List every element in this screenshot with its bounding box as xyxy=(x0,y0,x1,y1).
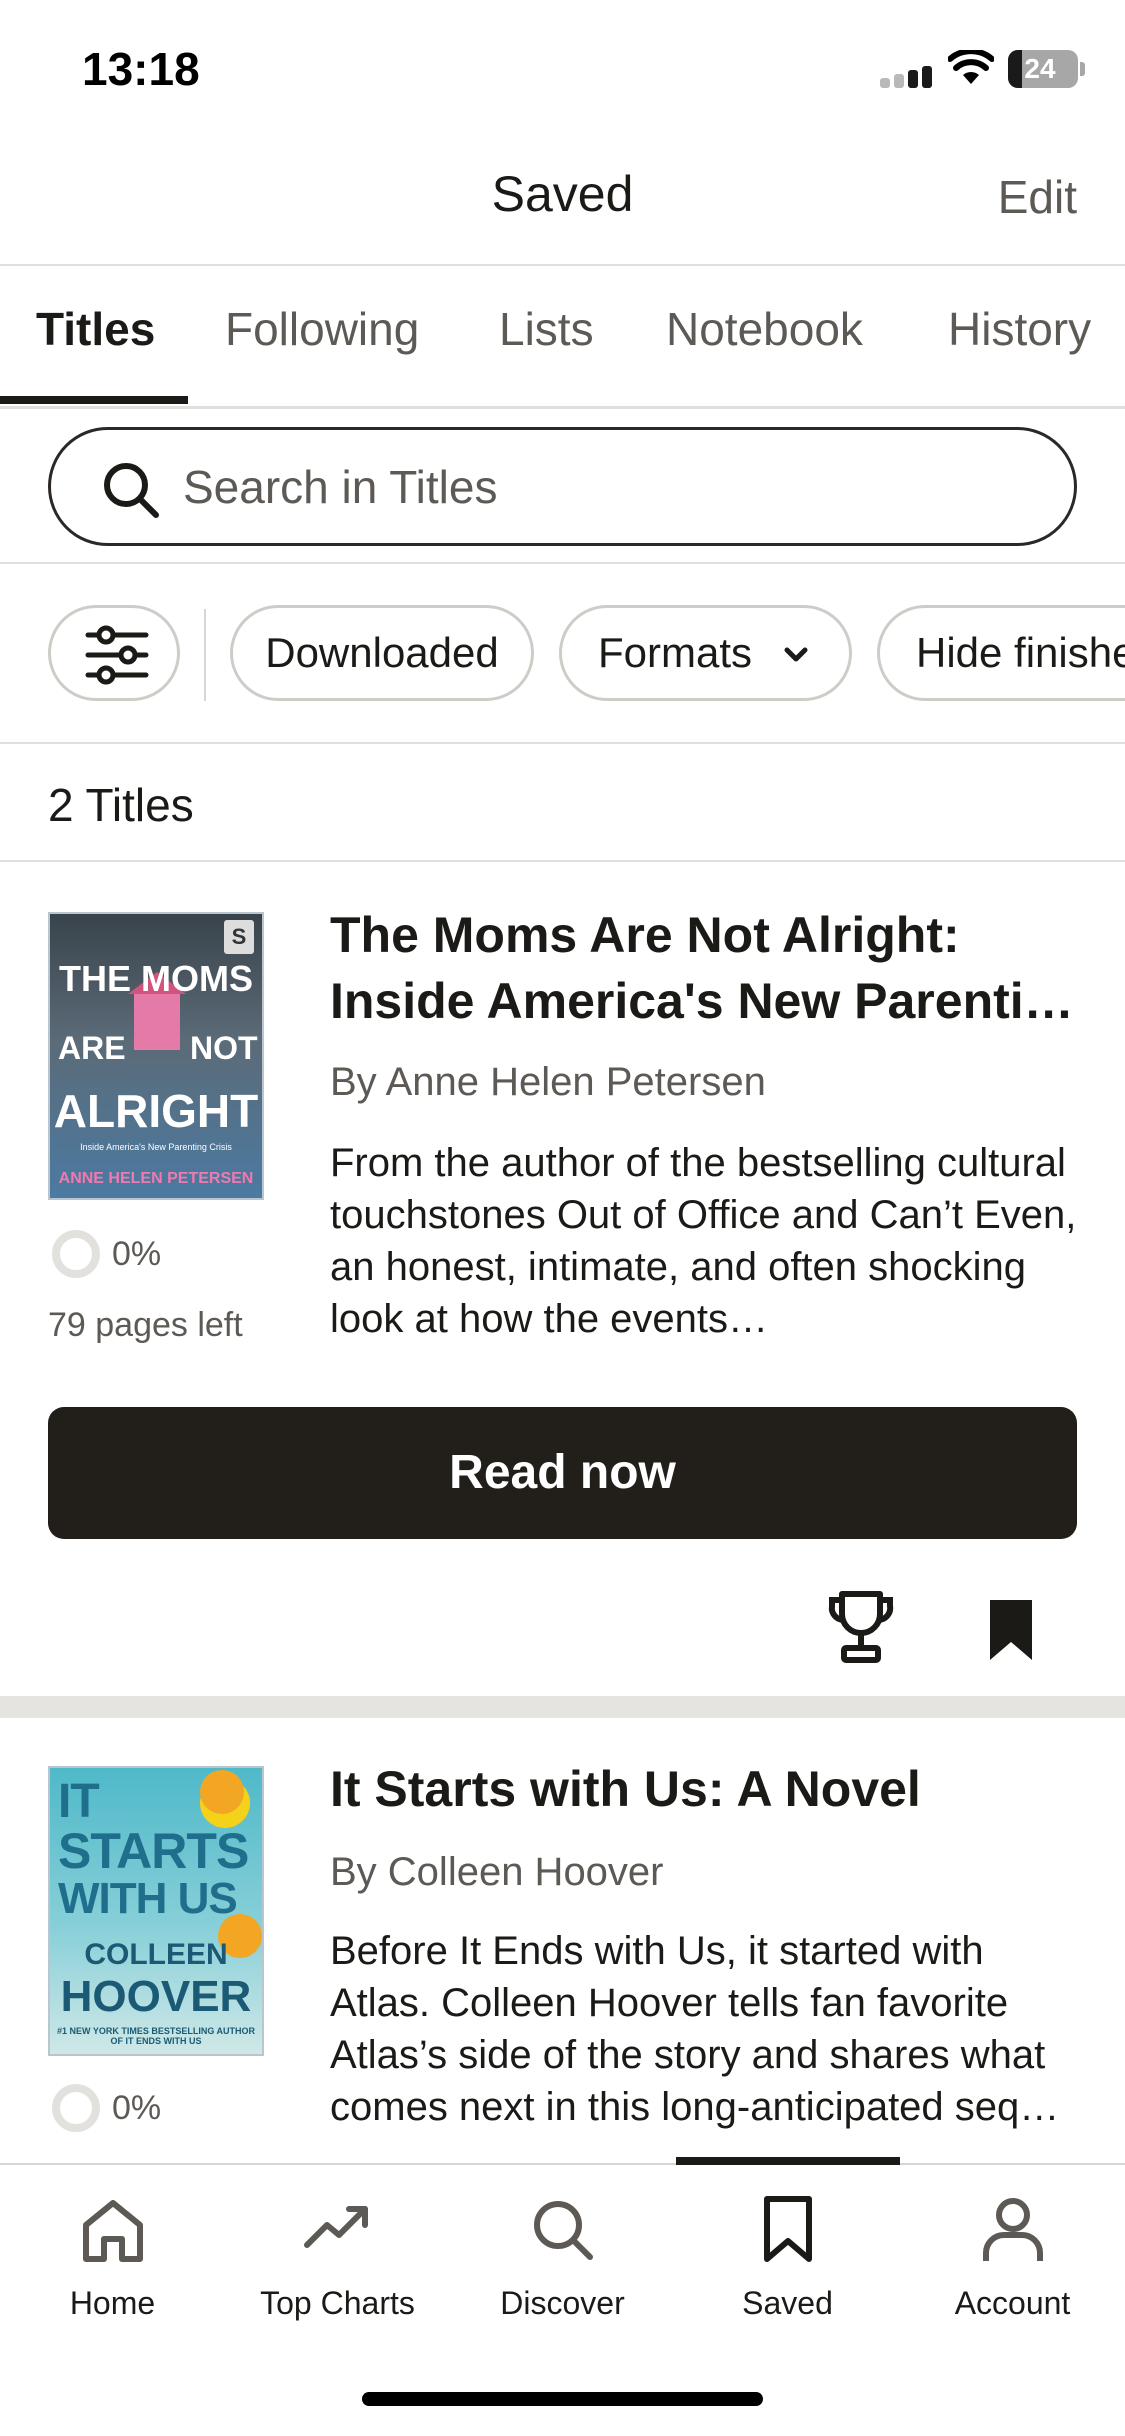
book-cover[interactable]: S THE MOMS ARE NOT ALRIGHT Inside Americ… xyxy=(48,912,264,1200)
edit-button[interactable]: Edit xyxy=(998,170,1077,224)
cover-text: WITH US xyxy=(58,1874,238,1923)
search-icon xyxy=(104,463,159,518)
cover-author: ANNE HELEN PETERSEN xyxy=(58,1170,254,1187)
read-now-button[interactable]: Read now xyxy=(48,1407,1077,1539)
page-title: Saved xyxy=(491,166,634,222)
cover-text: NOT xyxy=(190,1030,258,1066)
progress-ring-icon xyxy=(52,1230,100,1278)
cellular-signal-icon xyxy=(880,64,934,88)
book-author[interactable]: By Colleen Hoover xyxy=(330,1850,664,1895)
search-input[interactable] xyxy=(183,452,1003,522)
divider xyxy=(0,406,1125,409)
active-nav-indicator xyxy=(676,2157,900,2165)
chip-label: Formats xyxy=(598,629,753,676)
cover-text: ALRIGHT xyxy=(53,1085,259,1137)
filter-separator xyxy=(204,609,206,701)
publisher-badge: S xyxy=(224,920,254,954)
book-title[interactable]: It Starts with Us: A Novel xyxy=(330,1756,1090,1822)
chevron-down-icon xyxy=(784,647,808,662)
cover-author: COLLEEN xyxy=(84,1938,228,1971)
flower-illustration xyxy=(200,1770,244,1814)
nav-discover[interactable]: Discover xyxy=(450,2165,675,2345)
pages-left: 79 pages left xyxy=(48,1306,243,1344)
battery-level: 24 xyxy=(1024,53,1056,84)
nav-label: Saved xyxy=(742,2285,833,2321)
nav-label: Discover xyxy=(500,2285,625,2321)
cover-subtitle: Inside America's New Parenting Crisis xyxy=(80,1142,232,1152)
book-description: From the author of the bestselling cultu… xyxy=(330,1141,1077,1341)
titles-count: 2 Titles xyxy=(48,779,194,831)
person-icon xyxy=(983,2198,1043,2261)
filter-chip-hide-finished[interactable]: Hide finishe xyxy=(877,605,1125,701)
tab-notebook[interactable]: Notebook xyxy=(666,302,863,356)
search-bar[interactable] xyxy=(48,427,1077,546)
cover-tagline: #1 NEW YORK TIMES BESTSELLING AUTHOR OF … xyxy=(56,2026,256,2046)
cover-text: IT xyxy=(58,1775,100,1828)
tab-bar: Titles Following Lists Notebook History xyxy=(0,266,1125,406)
trophy-icon[interactable] xyxy=(826,1590,896,1664)
nav-account[interactable]: Account xyxy=(900,2165,1125,2345)
tab-history[interactable]: History xyxy=(948,302,1091,356)
filter-row: Downloaded Formats Hide finishe xyxy=(0,605,1125,703)
battery-cap xyxy=(1080,62,1085,76)
divider xyxy=(0,860,1125,862)
cover-author: HOOVER xyxy=(60,1972,252,2021)
status-bar: 13:18 24 xyxy=(0,0,1125,135)
cover-text: ARE xyxy=(58,1030,126,1066)
sliders-icon xyxy=(85,625,149,685)
nav-top-charts[interactable]: Top Charts xyxy=(225,2165,450,2345)
nav-label: Home xyxy=(69,2285,156,2321)
cover-text: THE MOMS xyxy=(59,958,253,999)
status-time: 13:18 xyxy=(82,43,200,95)
home-icon xyxy=(83,2200,143,2262)
tab-following[interactable]: Following xyxy=(225,302,419,356)
progress-percent: 0% xyxy=(112,1235,162,1273)
chip-label: Downloaded xyxy=(265,629,499,676)
wifi-icon xyxy=(948,50,994,84)
filter-settings-button[interactable] xyxy=(48,605,180,701)
tab-titles[interactable]: Titles xyxy=(36,302,155,356)
book-author[interactable]: By Anne Helen Petersen xyxy=(330,1060,766,1105)
nav-home[interactable]: Home xyxy=(0,2165,225,2345)
progress-percent: 0% xyxy=(112,2089,162,2127)
card-separator xyxy=(0,1696,1125,1718)
progress-ring-icon xyxy=(52,2084,100,2132)
filter-chip-formats[interactable]: Formats xyxy=(559,605,852,701)
bookmark-icon xyxy=(764,2196,812,2262)
home-indicator xyxy=(362,2392,763,2406)
tab-lists[interactable]: Lists xyxy=(499,302,594,356)
active-tab-indicator xyxy=(0,396,188,404)
nav-label: Top Charts xyxy=(260,2285,415,2321)
divider xyxy=(0,562,1125,564)
battery-icon: 24 xyxy=(1008,50,1078,88)
filter-chip-downloaded[interactable]: Downloaded xyxy=(230,605,534,701)
bookmark-icon[interactable] xyxy=(988,1598,1034,1662)
house-illustration xyxy=(128,972,186,1050)
search-icon xyxy=(534,2201,593,2260)
book-cover[interactable]: IT STARTS WITH US COLLEEN HOOVER #1 NEW … xyxy=(48,1766,264,2056)
chip-label: Hide finishe xyxy=(916,629,1125,676)
book-description: Before It Ends with Us, it started with … xyxy=(330,1929,1060,2129)
nav-label: Account xyxy=(954,2285,1071,2321)
trending-icon xyxy=(304,2206,368,2248)
cover-text: STARTS xyxy=(58,1823,249,1879)
divider xyxy=(0,742,1125,744)
nav-saved[interactable]: Saved xyxy=(675,2165,900,2345)
book-title[interactable]: The Moms Are Not Alright: Inside America… xyxy=(330,902,1090,1034)
